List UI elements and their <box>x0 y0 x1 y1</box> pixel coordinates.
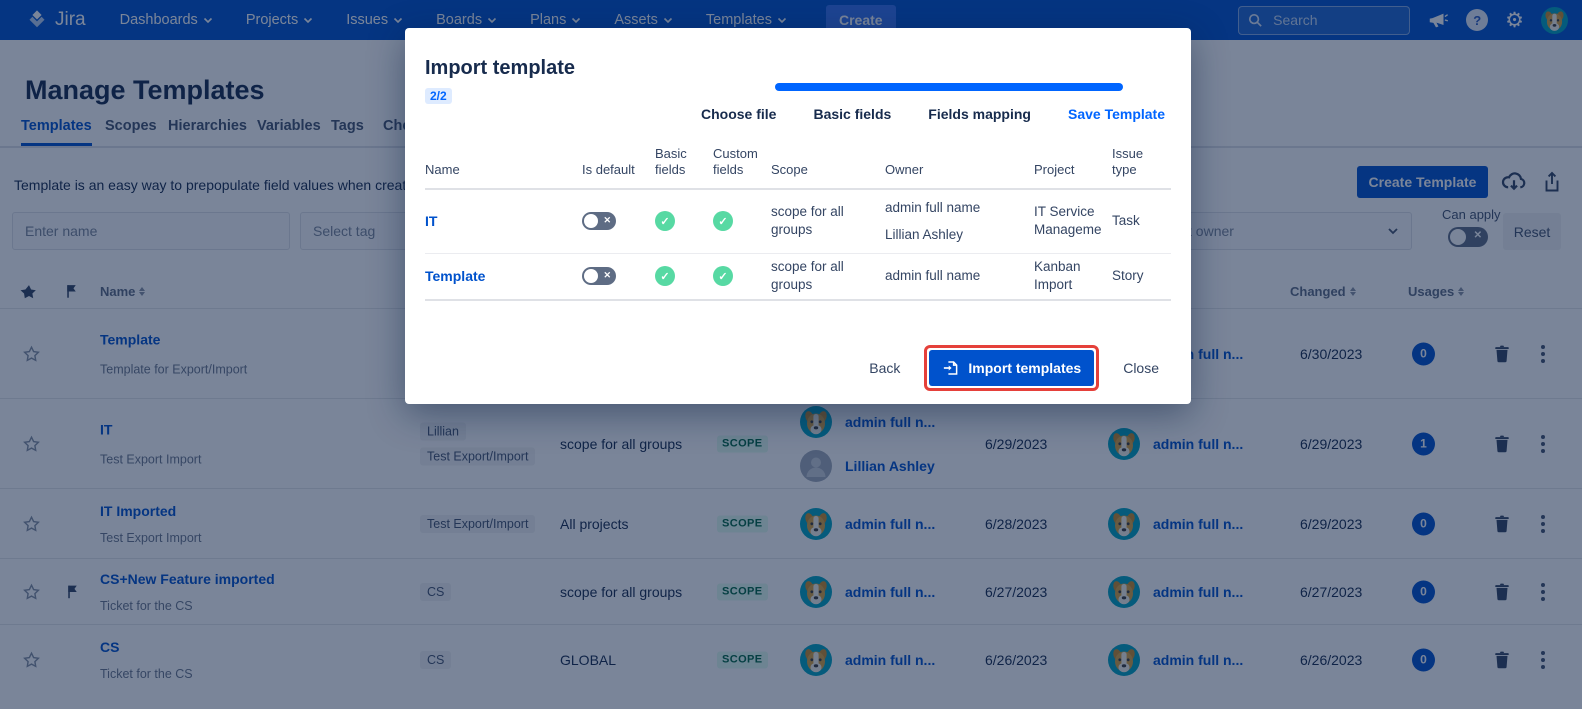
col-custom-fields: Custom fields <box>713 146 771 179</box>
col-issue-type: Issue type <box>1112 146 1171 179</box>
import-file-icon <box>942 359 960 377</box>
col-is-default: Is default <box>582 162 655 178</box>
back-button[interactable]: Back <box>863 359 906 377</box>
app-screen: Jira Dashboards Projects Issues Boards P… <box>0 0 1582 709</box>
step-fields-mapping[interactable]: Fields mapping <box>928 106 1031 122</box>
highlight-ring: Import templates <box>924 345 1099 391</box>
step-save-template[interactable]: Save Template <box>1068 106 1165 122</box>
basic-fields-check-icon: ✓ <box>655 211 675 231</box>
basic-fields-check-icon: ✓ <box>655 266 675 286</box>
col-project: Project <box>1034 162 1112 178</box>
issue-type: Story <box>1112 267 1171 285</box>
scope-text: scope for all groups <box>771 203 885 238</box>
scope-text: scope for all groups <box>771 258 885 293</box>
owner-name: admin full name <box>885 267 1034 285</box>
custom-fields-check-icon: ✓ <box>713 211 733 231</box>
modal-footer: Back Import templates Close <box>863 345 1165 391</box>
step-basic-fields[interactable]: Basic fields <box>813 106 891 122</box>
col-name: Name <box>425 162 582 178</box>
progress-bar <box>775 83 1123 91</box>
close-button[interactable]: Close <box>1117 359 1165 377</box>
modal-table: Name Is default Basic fields Custom fiel… <box>425 146 1171 301</box>
col-scope: Scope <box>771 162 885 178</box>
col-owner: Owner <box>885 162 1034 178</box>
issue-type: Task <box>1112 212 1171 230</box>
step-choose-file[interactable]: Choose file <box>701 106 776 122</box>
toggle-off-x-icon: ✕ <box>603 270 611 281</box>
import-template-modal: Import template 2/2 Choose file Basic fi… <box>405 28 1191 404</box>
project-name: Kanban Import <box>1034 258 1112 293</box>
col-basic-fields: Basic fields <box>655 146 713 179</box>
modal-table-header: Name Is default Basic fields Custom fiel… <box>425 146 1171 190</box>
template-name-link[interactable]: Template <box>425 268 582 284</box>
toggle-off-x-icon: ✕ <box>603 215 611 226</box>
is-default-toggle[interactable]: ✕ <box>582 212 616 230</box>
wizard-steps: Choose file Basic fields Fields mapping … <box>701 106 1165 122</box>
modal-row-it: IT ✕ ✓ ✓ scope for all groups admin full… <box>425 190 1171 254</box>
template-name-link[interactable]: IT <box>425 213 582 229</box>
import-templates-button[interactable]: Import templates <box>929 350 1094 386</box>
project-name: IT Service Manageme <box>1034 203 1112 238</box>
modal-row-template: Template ✕ ✓ ✓ scope for all groups admi… <box>425 254 1171 301</box>
is-default-toggle[interactable]: ✕ <box>582 267 616 285</box>
owner-name: admin full name <box>885 199 1034 217</box>
owner-name: Lillian Ashley <box>885 226 1034 244</box>
modal-title: Import template <box>425 57 575 80</box>
custom-fields-check-icon: ✓ <box>713 266 733 286</box>
step-counter-badge: 2/2 <box>425 88 452 104</box>
